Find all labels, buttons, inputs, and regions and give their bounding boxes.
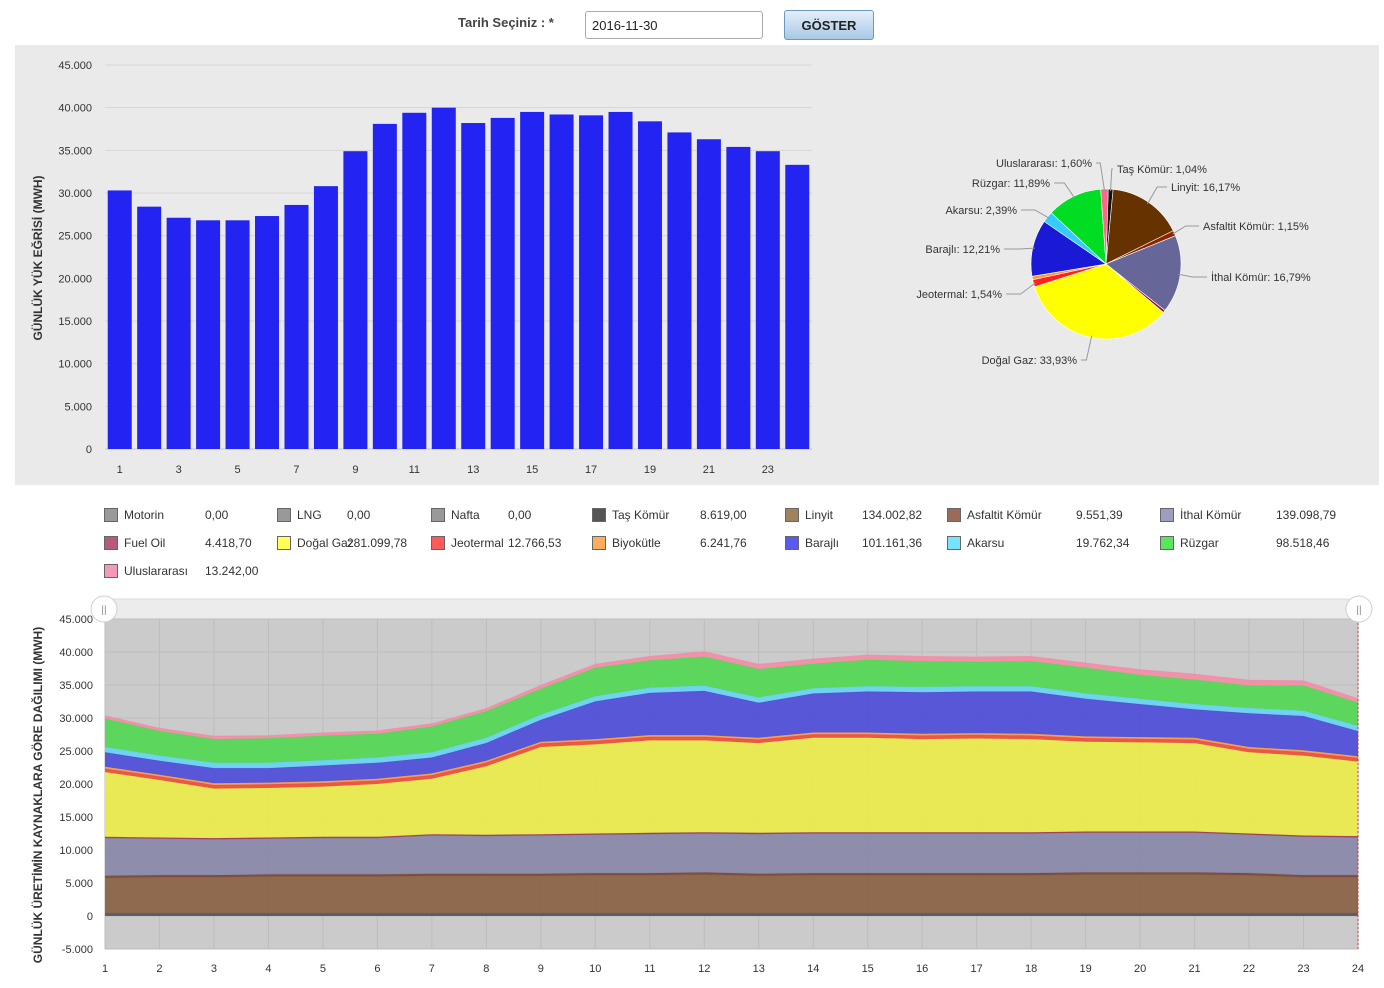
area-x-tick-label: 4 — [265, 963, 271, 975]
area-x-tick-label: 21 — [1188, 963, 1200, 975]
slider-grip-icon: || — [101, 605, 106, 616]
area-x-tick-label: 22 — [1243, 963, 1255, 975]
area-x-tick-label: 15 — [862, 963, 874, 975]
range-slider-track — [103, 598, 1361, 620]
area-x-tick-label: 23 — [1297, 963, 1309, 975]
area-x-tick-label: 6 — [374, 963, 380, 975]
area-x-tick-label: 3 — [211, 963, 217, 975]
area-y-axis-title: GÜNLÜK ÜRETİMİN KAYNAKLARA GÖRE DAĞILIMI… — [30, 627, 45, 963]
slider-grip-icon: || — [1356, 605, 1361, 616]
area-x-tick-label: 24 — [1352, 963, 1364, 975]
area-y-tick-label: 10.000 — [59, 845, 93, 857]
area-x-tick-label: 16 — [916, 963, 928, 975]
area-y-tick-label: 20.000 — [59, 779, 93, 791]
area-x-tick-label: 11 — [644, 963, 655, 975]
area-y-tick-label: 0 — [87, 911, 93, 923]
area-y-tick-label: 5.000 — [65, 878, 93, 890]
area-x-tick-label: 2 — [156, 963, 162, 975]
area-y-tick-label: 40.000 — [59, 647, 93, 659]
area-x-tick-label: 17 — [971, 963, 983, 975]
area-x-tick-label: 13 — [753, 963, 765, 975]
area-x-tick-label: 9 — [538, 963, 544, 975]
area-series-2 — [105, 874, 1358, 914]
area-x-tick-label: 19 — [1079, 963, 1091, 975]
area-x-tick-label: 1 — [102, 963, 108, 975]
area-x-tick-label: 12 — [698, 963, 710, 975]
area-x-tick-label: 14 — [807, 963, 819, 975]
area-x-tick-label: 10 — [589, 963, 601, 975]
area-y-tick-label: 35.000 — [59, 680, 93, 692]
area-y-tick-label: 30.000 — [59, 713, 93, 725]
generation-stacked-area-chart: -5.000 0 5.000 10.000 15.000 20.000 25.000 30.0… — [30, 595, 1373, 975]
area-x-tick-label: 5 — [320, 963, 326, 975]
area-x-tick-label: 18 — [1025, 963, 1037, 975]
area-y-tick-label: -5.000 — [62, 944, 93, 956]
area-y-tick-label: 15.000 — [59, 812, 93, 824]
area-y-tick-label: 25.000 — [59, 746, 93, 758]
area-x-tick-label: 8 — [483, 963, 489, 975]
area-x-tick-label: 20 — [1134, 963, 1146, 975]
area-x-tick-label: 7 — [429, 963, 435, 975]
area-series-4 — [105, 832, 1358, 876]
area-y-tick-label: 45.000 — [59, 614, 93, 626]
